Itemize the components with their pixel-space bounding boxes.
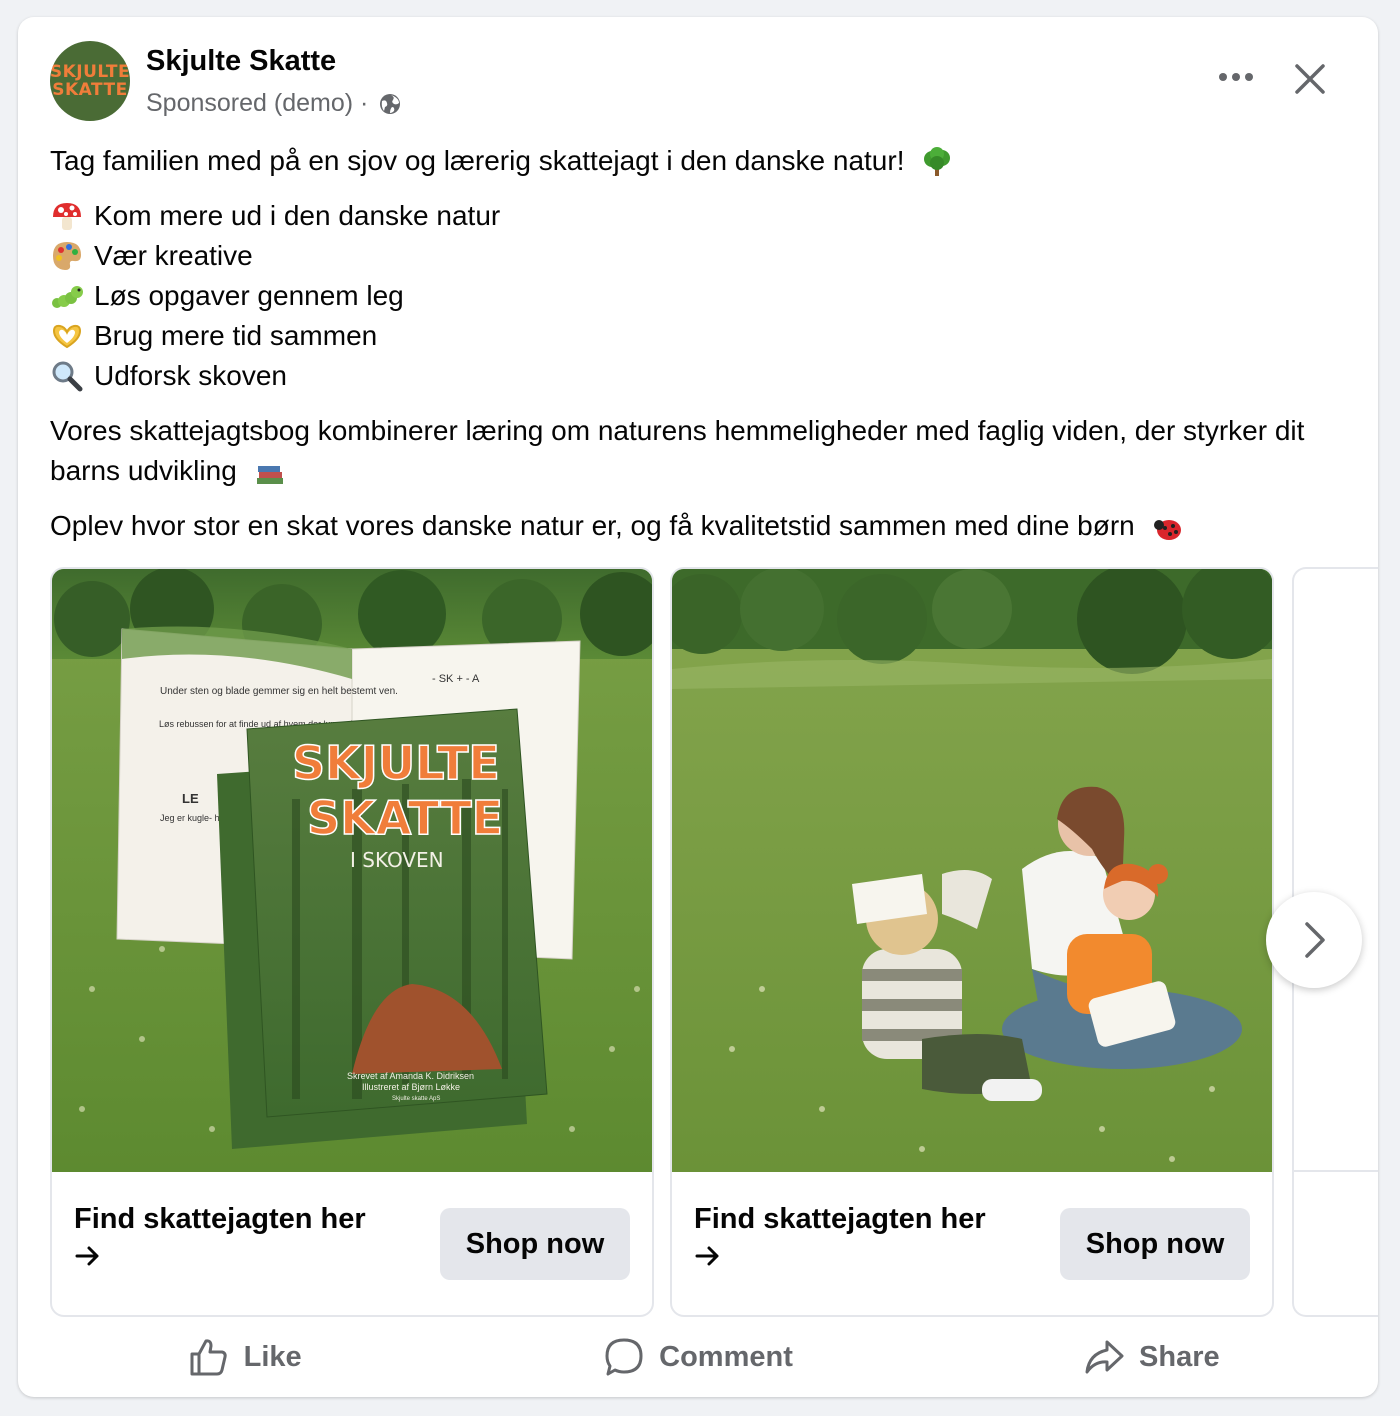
list-item-text: Løs opgaver gennem leg xyxy=(94,280,404,311)
arrow-right-icon xyxy=(695,1246,719,1266)
book-inner-text-1: Under sten og blade gemmer sig en helt b… xyxy=(160,686,398,697)
book-subtitle: I SKOVEN xyxy=(350,848,444,872)
book-illustrator: Illustreret af Bjørn Løkke xyxy=(362,1082,460,1092)
book-cover-image[interactable]: Under sten og blade gemmer sig en helt b… xyxy=(52,569,652,1172)
book-inner-le: LE xyxy=(182,791,199,806)
list-item-text: Kom mere ud i den danske natur xyxy=(94,200,501,231)
chevron-right-icon xyxy=(1305,922,1325,958)
intro-text: Tag familien med på en sjov og lærerig s… xyxy=(50,145,905,176)
page-name[interactable]: Skjulte Skatte xyxy=(146,45,336,78)
paragraph-1: Vores skattejagtsbog kombinerer læring o… xyxy=(50,411,1340,491)
ladybug-emoji xyxy=(1153,519,1181,540)
card-divider xyxy=(1294,1170,1378,1172)
avatar-text-line2: SKATTE xyxy=(52,80,128,100)
carousel-card[interactable]: Under sten og blade gemmer sig en helt b… xyxy=(50,567,654,1317)
list-item: Udforsk skoven xyxy=(50,356,1340,396)
tree-emoji xyxy=(924,146,951,176)
carousel-next-button[interactable] xyxy=(1266,892,1362,988)
list-item-text: Udforsk skoven xyxy=(94,360,287,391)
share-icon xyxy=(1085,1340,1124,1374)
more-horizontal-icon xyxy=(1219,73,1253,81)
comment-label: Comment xyxy=(659,1340,793,1373)
paragraph-2: Oplev hvor stor en skat vores danske nat… xyxy=(50,506,1340,546)
book-rebus: - SK + - A xyxy=(432,673,480,685)
carousel-card[interactable]: Find skattejagten her Shop now xyxy=(670,567,1274,1317)
page-avatar[interactable]: SKJULTE SKATTE xyxy=(50,41,130,121)
book-title-line1: SKJULTE xyxy=(292,736,500,790)
book-author: Skrevet af Amanda K. Didriksen xyxy=(347,1071,474,1081)
caterpillar-emoji xyxy=(52,286,83,308)
list-item-text: Brug mere tid sammen xyxy=(94,320,378,351)
share-label: Share xyxy=(1139,1340,1220,1373)
ad-post-card: SKJULTE SKATTE Skjulte Skatte Sponsored … xyxy=(18,17,1378,1397)
card-footer: Find skattejagten her Shop now xyxy=(672,1172,1272,1315)
close-icon xyxy=(1295,64,1325,94)
action-bar: Like Comment Share xyxy=(18,1327,1378,1387)
bullet-list: Kom mere ud i den danske natur Vær kreat… xyxy=(50,196,1340,396)
palette-emoji xyxy=(53,242,81,270)
list-item: Vær kreative xyxy=(50,236,1340,276)
paragraph-1-text: Vores skattejagtsbog kombinerer læring o… xyxy=(50,415,1305,486)
carousel: Under sten og blade gemmer sig en helt b… xyxy=(50,567,1378,1317)
books-emoji xyxy=(256,465,283,484)
magnifier-emoji xyxy=(52,361,83,392)
close-button[interactable] xyxy=(1288,57,1332,101)
arrow-right-icon xyxy=(75,1246,99,1266)
share-button[interactable]: Share xyxy=(925,1327,1378,1387)
heart-hands-emoji xyxy=(52,324,82,349)
mushroom-emoji xyxy=(53,203,81,230)
list-item: Brug mere tid sammen xyxy=(50,316,1340,356)
avatar-text-line1: SKJULTE xyxy=(50,62,130,82)
paragraph-2-text: Oplev hvor stor en skat vores danske nat… xyxy=(50,510,1135,541)
book-title-line2: SKATTE xyxy=(307,791,503,845)
card-footer: Find skattejagten her Shop now xyxy=(52,1172,652,1315)
globe-icon[interactable] xyxy=(378,92,402,116)
cta-title[interactable]: Find skattejagten her xyxy=(74,1200,366,1238)
like-label: Like xyxy=(243,1340,302,1373)
book-publisher: Skjulte skatte ApS xyxy=(392,1096,440,1102)
more-options-button[interactable] xyxy=(1214,59,1258,95)
sponsored-label: Sponsored (demo) · xyxy=(146,89,369,117)
family-reading-image[interactable] xyxy=(672,569,1272,1172)
shop-now-button[interactable]: Shop now xyxy=(1060,1208,1250,1280)
list-item: Løs opgaver gennem leg xyxy=(50,276,1340,316)
comment-icon xyxy=(605,1338,643,1376)
comment-button[interactable]: Comment xyxy=(471,1327,924,1387)
list-item-text: Vær kreative xyxy=(94,240,253,271)
cta-title[interactable]: Find skattejagten her xyxy=(694,1200,986,1238)
shop-now-button[interactable]: Shop now xyxy=(440,1208,630,1280)
like-button[interactable]: Like xyxy=(18,1327,471,1387)
like-icon xyxy=(190,1339,227,1376)
list-item: Kom mere ud i den danske natur xyxy=(50,196,1340,236)
sponsored-line: Sponsored (demo) · xyxy=(146,89,402,118)
intro-paragraph: Tag familien med på en sjov og lærerig s… xyxy=(50,141,1340,181)
post-body: Tag familien med på en sjov og lærerig s… xyxy=(50,141,1340,561)
